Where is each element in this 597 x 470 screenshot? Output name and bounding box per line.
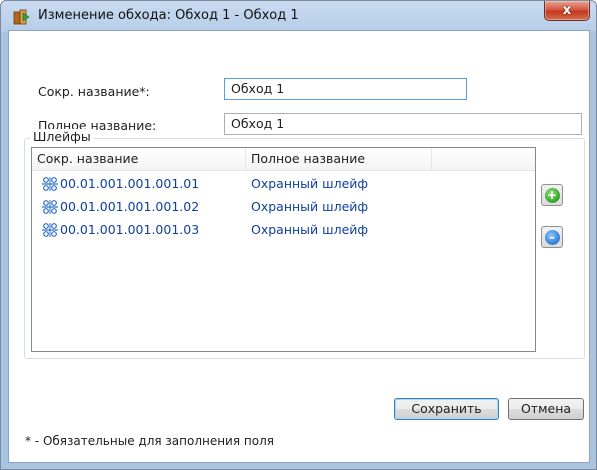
add-loop-button[interactable]: + (541, 184, 563, 206)
full-name-input[interactable]: Обход 1 (224, 113, 582, 135)
loop-short-name: 00.01.001.001.001.01 (60, 176, 200, 191)
loop-icon (42, 177, 58, 191)
loops-list[interactable]: Сокр. название Полное название 00.01.001… (31, 147, 536, 352)
list-item[interactable]: 00.01.001.001.001.02 Охранный шлейф (32, 195, 535, 218)
remove-loop-button[interactable]: – (541, 226, 563, 248)
loop-full-name: Охранный шлейф (251, 199, 369, 214)
short-name-input[interactable]: Обход 1 (224, 78, 467, 100)
loop-full-name: Охранный шлейф (251, 222, 369, 237)
loop-icon (42, 200, 58, 214)
cancel-button[interactable]: Отмена (508, 398, 584, 420)
list-item[interactable]: 00.01.001.001.001.01 Охранный шлейф (32, 172, 535, 195)
loops-group-title: Шлейфы (30, 129, 94, 144)
loop-short-name: 00.01.001.001.001.03 (60, 222, 200, 237)
required-fields-note: * - Обязательные для заполнения поля (25, 434, 274, 448)
route-icon (13, 9, 30, 25)
short-name-label: Сокр. название*: (38, 84, 150, 99)
column-header-short-name[interactable]: Сокр. название (32, 148, 246, 170)
loop-short-name: 00.01.001.001.001.02 (60, 199, 200, 214)
list-item[interactable]: 00.01.001.001.001.03 Охранный шлейф (32, 218, 535, 241)
plus-circle-icon: + (544, 187, 560, 203)
title-bar[interactable]: Изменение обхода: Обход 1 - Обход 1 x (1, 1, 596, 31)
minus-circle-icon: – (544, 229, 560, 245)
column-header-full-name[interactable]: Полное название (246, 148, 432, 170)
loop-full-name: Охранный шлейф (251, 176, 369, 191)
save-button[interactable]: Сохранить (394, 398, 499, 420)
close-button[interactable]: x (544, 1, 590, 21)
window-title: Изменение обхода: Обход 1 - Обход 1 (38, 8, 299, 23)
list-header: Сокр. название Полное название (32, 148, 535, 171)
loop-icon (42, 223, 58, 237)
close-icon: x (562, 3, 572, 18)
